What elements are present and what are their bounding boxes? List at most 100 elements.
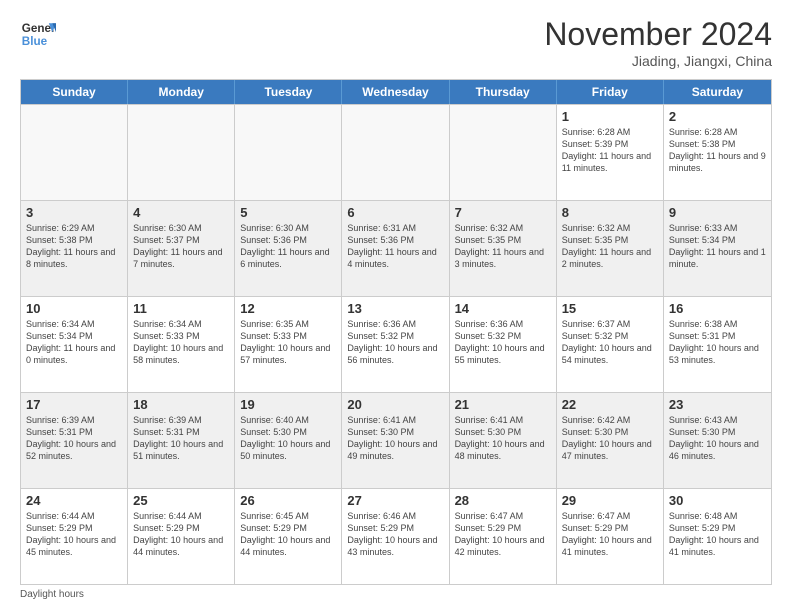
calendar-cell: 1 Sunrise: 6:28 AM Sunset: 5:39 PM Daylig…	[557, 105, 664, 200]
header-day-sunday: Sunday	[21, 80, 128, 104]
calendar-cell: 27 Sunrise: 6:46 AM Sunset: 5:29 PM Dayli…	[342, 489, 449, 584]
footer-note: Daylight hours	[20, 589, 772, 600]
day-number: 10	[26, 301, 122, 316]
calendar-cell: 25 Sunrise: 6:44 AM Sunset: 5:29 PM Dayli…	[128, 489, 235, 584]
day-number: 5	[240, 205, 336, 220]
day-info: Sunrise: 6:48 AM Sunset: 5:29 PM Dayligh…	[669, 510, 766, 559]
day-number: 3	[26, 205, 122, 220]
calendar-cell: 10 Sunrise: 6:34 AM Sunset: 5:34 PM Dayli…	[21, 297, 128, 392]
calendar-cell: 22 Sunrise: 6:42 AM Sunset: 5:30 PM Dayli…	[557, 393, 664, 488]
calendar-cell	[21, 105, 128, 200]
calendar-cell: 12Sunrise: 6:35 AM Sunset: 5:33 PM Dayli…	[235, 297, 342, 392]
calendar-cell: 9 Sunrise: 6:33 AM Sunset: 5:34 PM Daylig…	[664, 201, 771, 296]
calendar-cell: 5 Sunrise: 6:30 AM Sunset: 5:36 PM Daylig…	[235, 201, 342, 296]
day-info: Sunrise: 6:45 AM Sunset: 5:29 PM Dayligh…	[240, 510, 336, 559]
day-number: 23	[669, 397, 766, 412]
day-number: 14	[455, 301, 551, 316]
day-info: Sunrise: 6:42 AM Sunset: 5:30 PM Dayligh…	[562, 414, 658, 463]
day-number: 25	[133, 493, 229, 508]
calendar-row-5: 24Sunrise: 6:44 AM Sunset: 5:29 PM Dayli…	[21, 488, 771, 584]
day-number: 1	[562, 109, 658, 124]
calendar-cell: 4 Sunrise: 6:30 AM Sunset: 5:37 PM Daylig…	[128, 201, 235, 296]
day-number: 28	[455, 493, 551, 508]
calendar-cell: 20 Sunrise: 6:41 AM Sunset: 5:30 PM Dayli…	[342, 393, 449, 488]
calendar-cell	[128, 105, 235, 200]
day-info: Sunrise: 6:47 AM Sunset: 5:29 PM Dayligh…	[455, 510, 551, 559]
logo: General Blue	[20, 16, 56, 52]
day-info: Sunrise: 6:35 AM Sunset: 5:33 PM Dayligh…	[240, 318, 336, 367]
day-info: Sunrise: 6:41 AM Sunset: 5:30 PM Dayligh…	[347, 414, 443, 463]
day-number: 20	[347, 397, 443, 412]
day-number: 26	[240, 493, 336, 508]
calendar-cell	[450, 105, 557, 200]
calendar-cell: 26 Sunrise: 6:45 AM Sunset: 5:29 PM Dayli…	[235, 489, 342, 584]
calendar-cell: 17 Sunrise: 6:39 AM Sunset: 5:31 PM Dayli…	[21, 393, 128, 488]
day-number: 9	[669, 205, 766, 220]
day-info: Sunrise: 6:47 AM Sunset: 5:29 PM Dayligh…	[562, 510, 658, 559]
day-number: 27	[347, 493, 443, 508]
day-number: 22	[562, 397, 658, 412]
day-info: Sunrise: 6:30 AM Sunset: 5:36 PM Dayligh…	[240, 222, 336, 271]
day-info: Sunrise: 6:31 AM Sunset: 5:36 PM Dayligh…	[347, 222, 443, 271]
day-number: 18	[133, 397, 229, 412]
day-info: Sunrise: 6:32 AM Sunset: 5:35 PM Dayligh…	[562, 222, 658, 271]
day-info: Sunrise: 6:32 AM Sunset: 5:35 PM Dayligh…	[455, 222, 551, 271]
day-info: Sunrise: 6:40 AM Sunset: 5:30 PM Dayligh…	[240, 414, 336, 463]
calendar-cell: 13 Sunrise: 6:36 AM Sunset: 5:32 PM Dayli…	[342, 297, 449, 392]
calendar-cell: 16 Sunrise: 6:38 AM Sunset: 5:31 PM Dayli…	[664, 297, 771, 392]
day-info: Sunrise: 6:33 AM Sunset: 5:34 PM Dayligh…	[669, 222, 766, 271]
day-info: Sunrise: 6:39 AM Sunset: 5:31 PM Dayligh…	[133, 414, 229, 463]
calendar-cell: 18 Sunrise: 6:39 AM Sunset: 5:31 PM Dayli…	[128, 393, 235, 488]
page: General Blue November 2024 Jiading, Jian…	[0, 0, 792, 612]
calendar-row-1: 1 Sunrise: 6:28 AM Sunset: 5:39 PM Daylig…	[21, 104, 771, 200]
day-number: 15	[562, 301, 658, 316]
day-number: 11	[133, 301, 229, 316]
calendar-cell: 30Sunrise: 6:48 AM Sunset: 5:29 PM Dayli…	[664, 489, 771, 584]
day-number: 6	[347, 205, 443, 220]
calendar-cell: 7Sunrise: 6:32 AM Sunset: 5:35 PM Daylig…	[450, 201, 557, 296]
calendar-cell: 15 Sunrise: 6:37 AM Sunset: 5:32 PM Dayli…	[557, 297, 664, 392]
calendar-row-4: 17 Sunrise: 6:39 AM Sunset: 5:31 PM Dayli…	[21, 392, 771, 488]
day-number: 13	[347, 301, 443, 316]
day-number: 2	[669, 109, 766, 124]
calendar-cell	[235, 105, 342, 200]
day-info: Sunrise: 6:44 AM Sunset: 5:29 PM Dayligh…	[133, 510, 229, 559]
header-day-saturday: Saturday	[664, 80, 771, 104]
location-subtitle: Jiading, Jiangxi, China	[544, 53, 772, 69]
calendar-cell: 2Sunrise: 6:28 AM Sunset: 5:38 PM Daylig…	[664, 105, 771, 200]
day-number: 17	[26, 397, 122, 412]
day-info: Sunrise: 6:46 AM Sunset: 5:29 PM Dayligh…	[347, 510, 443, 559]
calendar: SundayMondayTuesdayWednesdayThursdayFrid…	[20, 79, 772, 585]
month-title: November 2024	[544, 16, 772, 53]
day-info: Sunrise: 6:39 AM Sunset: 5:31 PM Dayligh…	[26, 414, 122, 463]
day-info: Sunrise: 6:34 AM Sunset: 5:33 PM Dayligh…	[133, 318, 229, 367]
header: General Blue November 2024 Jiading, Jian…	[20, 16, 772, 69]
day-info: Sunrise: 6:38 AM Sunset: 5:31 PM Dayligh…	[669, 318, 766, 367]
calendar-cell: 14Sunrise: 6:36 AM Sunset: 5:32 PM Dayli…	[450, 297, 557, 392]
header-day-wednesday: Wednesday	[342, 80, 449, 104]
calendar-header: SundayMondayTuesdayWednesdayThursdayFrid…	[21, 80, 771, 104]
day-info: Sunrise: 6:37 AM Sunset: 5:32 PM Dayligh…	[562, 318, 658, 367]
day-number: 21	[455, 397, 551, 412]
calendar-cell: 29Sunrise: 6:47 AM Sunset: 5:29 PM Dayli…	[557, 489, 664, 584]
day-info: Sunrise: 6:43 AM Sunset: 5:30 PM Dayligh…	[669, 414, 766, 463]
day-info: Sunrise: 6:30 AM Sunset: 5:37 PM Dayligh…	[133, 222, 229, 271]
logo-icon: General Blue	[20, 16, 56, 52]
calendar-cell: 21 Sunrise: 6:41 AM Sunset: 5:30 PM Dayli…	[450, 393, 557, 488]
calendar-cell: 24Sunrise: 6:44 AM Sunset: 5:29 PM Dayli…	[21, 489, 128, 584]
day-number: 4	[133, 205, 229, 220]
day-info: Sunrise: 6:28 AM Sunset: 5:39 PM Dayligh…	[562, 126, 658, 175]
day-number: 16	[669, 301, 766, 316]
svg-text:Blue: Blue	[22, 35, 48, 48]
calendar-row-2: 3Sunrise: 6:29 AM Sunset: 5:38 PM Daylig…	[21, 200, 771, 296]
day-info: Sunrise: 6:34 AM Sunset: 5:34 PM Dayligh…	[26, 318, 122, 367]
day-info: Sunrise: 6:44 AM Sunset: 5:29 PM Dayligh…	[26, 510, 122, 559]
day-info: Sunrise: 6:36 AM Sunset: 5:32 PM Dayligh…	[347, 318, 443, 367]
header-day-tuesday: Tuesday	[235, 80, 342, 104]
day-info: Sunrise: 6:41 AM Sunset: 5:30 PM Dayligh…	[455, 414, 551, 463]
calendar-cell: 6 Sunrise: 6:31 AM Sunset: 5:36 PM Daylig…	[342, 201, 449, 296]
calendar-cell: 8 Sunrise: 6:32 AM Sunset: 5:35 PM Daylig…	[557, 201, 664, 296]
day-number: 8	[562, 205, 658, 220]
title-block: November 2024 Jiading, Jiangxi, China	[544, 16, 772, 69]
calendar-cell: 23 Sunrise: 6:43 AM Sunset: 5:30 PM Dayli…	[664, 393, 771, 488]
